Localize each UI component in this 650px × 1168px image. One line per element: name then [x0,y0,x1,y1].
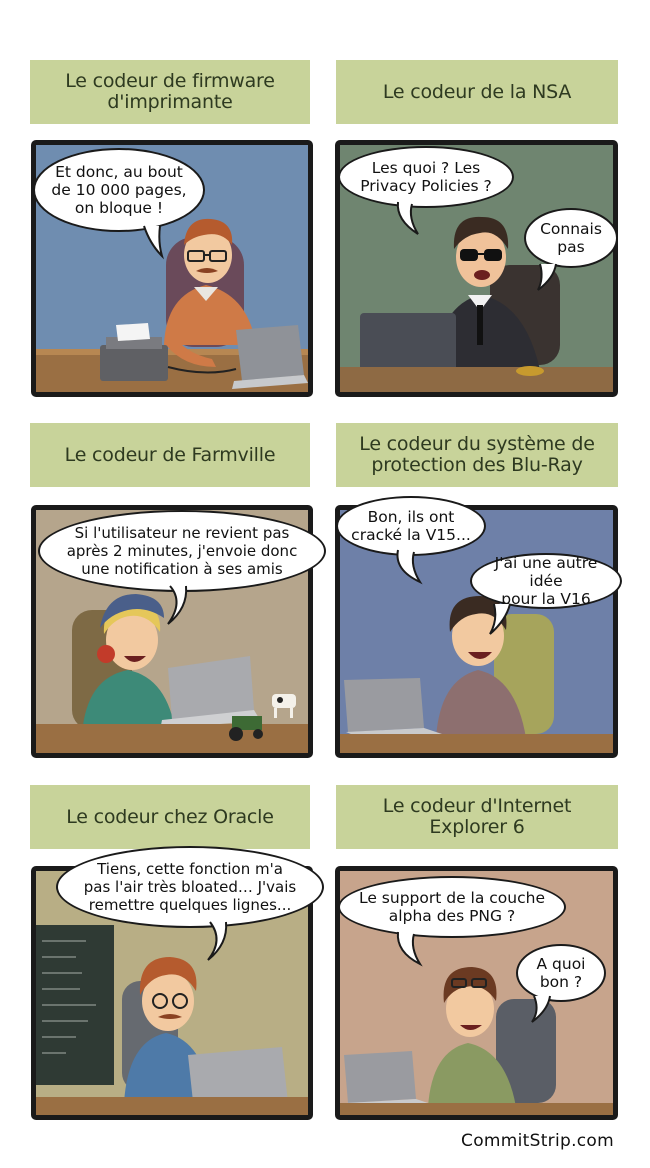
caption-nsa: Le codeur de la NSA [336,60,618,124]
bubble-tail [143,225,165,260]
bubble-tail [489,603,511,635]
speech-bubble-nsa-2: Connais pas [524,208,618,268]
caption-farmville: Le codeur de Farmville [30,423,310,487]
bubble-tail [537,263,557,291]
speech-bubble-ie6-1: Le support de la couche alpha des PNG ? [338,876,566,938]
caption-oracle: Le codeur chez Oracle [30,785,310,849]
site-signature: CommitStrip.com [461,1131,614,1151]
bubble-tail [396,549,423,585]
speech-bubble-bluray-2: J'ai une autre idée pour la V16 [470,553,622,609]
speech-bubble-bluray-1: Bon, ils ont cracké la V15... [336,496,486,556]
caption-ie6: Le codeur d'Internet Explorer 6 [336,785,618,849]
bubble-tail [531,995,551,1023]
comic-strip: Le codeur de firmware d'imprimante Le co… [0,0,650,1168]
caption-firmware: Le codeur de firmware d'imprimante [30,60,310,124]
speech-bubble-oracle: Tiens, cette fonction m'a pas l'air très… [56,846,324,928]
caption-bluray: Le codeur du système de protection des B… [336,423,618,487]
speech-bubble-firmware: Et donc, au bout de 10 000 pages, on blo… [33,148,205,232]
bubble-tail [396,931,423,967]
speech-bubble-nsa-1: Les quoi ? Les Privacy Policies ? [338,146,514,208]
bubble-tail [396,201,419,235]
bubble-tail [207,921,228,961]
bubble-tail [167,585,188,625]
speech-bubble-farmville: Si l'utilisateur ne revient pas après 2 … [38,510,326,592]
